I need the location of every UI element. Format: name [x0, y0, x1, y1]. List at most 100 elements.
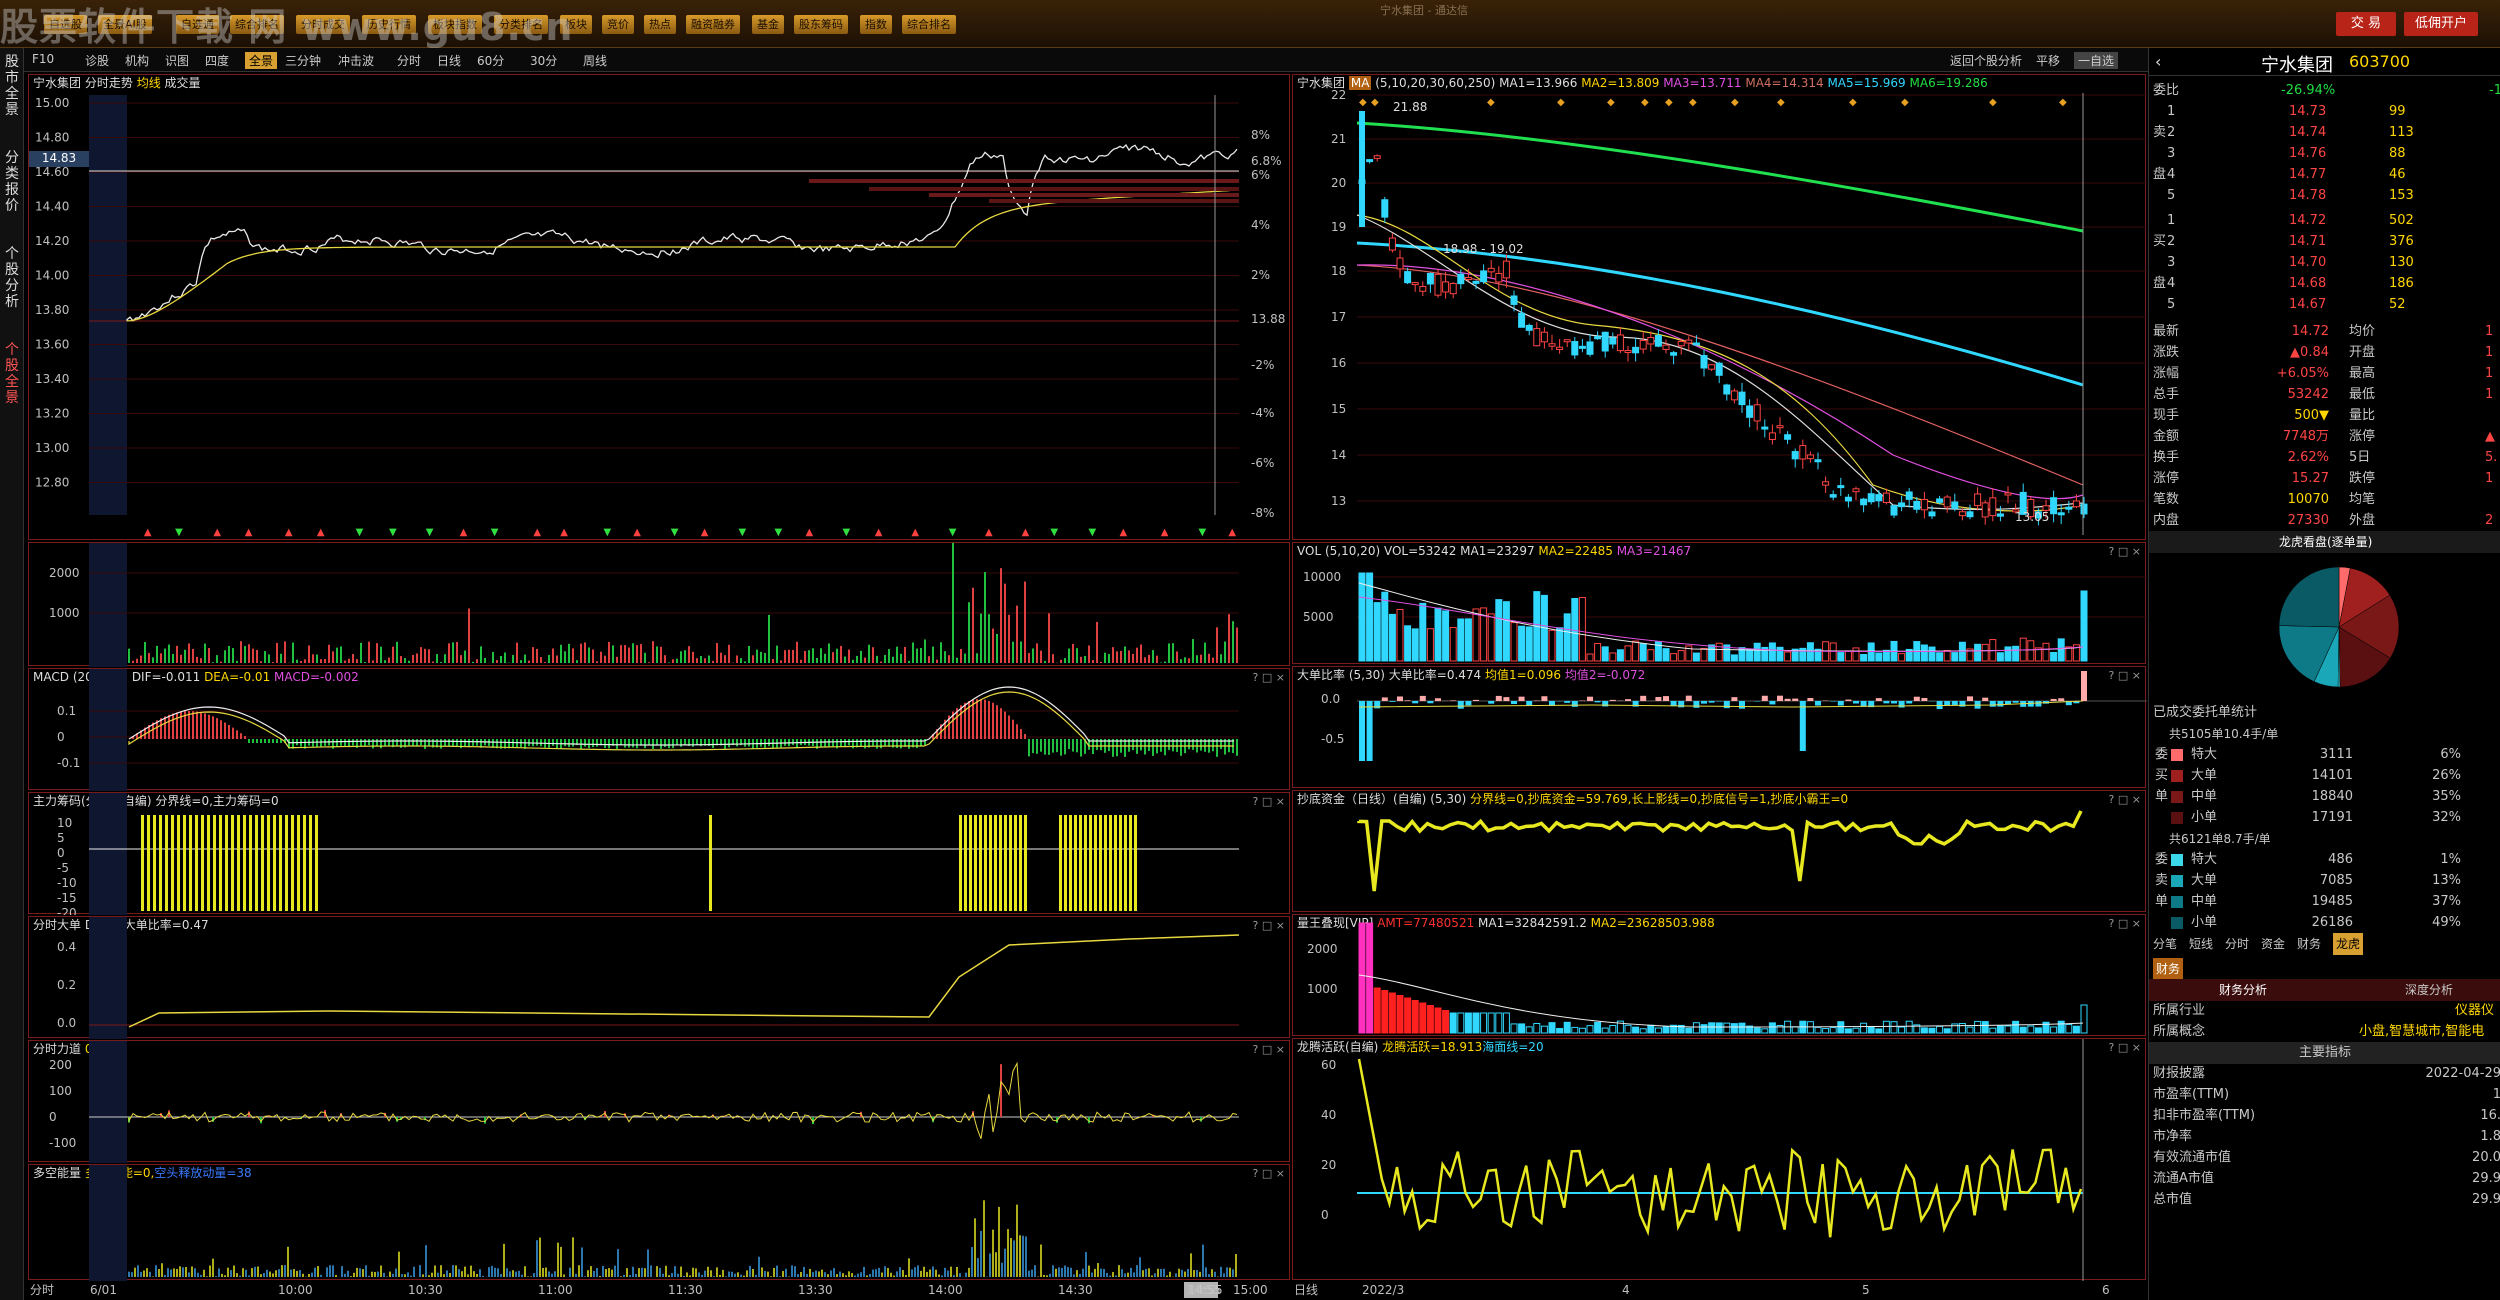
tab-7[interactable]: 冲击波: [338, 52, 374, 69]
fin-tab[interactable]: 财务: [2153, 958, 2184, 980]
svg-text:▲: ▲: [1022, 527, 1030, 538]
deep-analysis-tab[interactable]: 深度分析: [2405, 979, 2453, 1001]
sell-price[interactable]: 14.78: [2289, 185, 2326, 207]
stat-label: 现手: [2153, 408, 2180, 423]
intraday-price-tick: 13.20: [35, 407, 69, 421]
sell-price[interactable]: 14.73: [2289, 101, 2326, 123]
buy-price[interactable]: 14.72: [2289, 210, 2326, 232]
sell-price[interactable]: 14.76: [2289, 143, 2326, 165]
left-tab[interactable]: 股市全景: [2, 54, 22, 118]
menu-button[interactable]: 分类排名: [494, 15, 548, 34]
sell-volume: 99: [2389, 104, 2406, 119]
dr-tick: 0: [1321, 1208, 1329, 1222]
chevron-left-icon[interactable]: ‹: [2155, 52, 2161, 71]
subtab-4[interactable]: 周线: [583, 52, 607, 69]
quote-row: 委 特大 486 1%: [2149, 849, 2500, 871]
quote-tab-5[interactable]: 龙虎: [2333, 933, 2364, 955]
time-tick: 15:00: [1233, 1283, 1268, 1297]
energy-chart: [89, 1165, 1237, 1281]
svg-text:▼: ▼: [1089, 527, 1097, 538]
tab-1[interactable]: 诊股: [85, 52, 109, 69]
menu-button[interactable]: 自选通: [176, 15, 219, 34]
tab-5[interactable]: 全景: [245, 52, 278, 69]
quote-tab-3[interactable]: 资金: [2261, 933, 2285, 955]
macd-chart: 0.1 0 -0.1: [57, 669, 1239, 791]
left-tab[interactable]: 个股全景: [2, 342, 22, 406]
daily-kline-panel: 宁水集团 MA (5,10,20,30,60,250) MA1=13.966 M…: [1292, 74, 2147, 540]
pct-tick: -6%: [1251, 456, 1274, 470]
buy-price[interactable]: 14.67: [2289, 294, 2326, 316]
tab-6[interactable]: 三分钟: [285, 52, 321, 69]
deal-pct: 26%: [2432, 768, 2461, 783]
left-tab[interactable]: 个股分析: [2, 246, 22, 310]
force-panel: 分时力道 0 ? □ × 200 100 0 -100: [28, 1040, 1290, 1163]
back-to-analysis-link[interactable]: 返回个股分析: [1950, 52, 2022, 69]
buy-price[interactable]: 14.71: [2289, 231, 2326, 253]
deal-count: 3111: [2319, 747, 2353, 762]
buy-level: 5: [2167, 297, 2176, 312]
pct-tick: -2%: [1251, 358, 1274, 372]
menu-button[interactable]: 自选股: [44, 15, 87, 34]
tab-0[interactable]: F10: [32, 52, 54, 66]
buy-price[interactable]: 14.68: [2289, 273, 2326, 295]
svg-text:▲: ▲: [144, 527, 152, 538]
sell-price[interactable]: 14.74: [2289, 122, 2326, 144]
stat-value: ▲: [2485, 429, 2495, 444]
menu-button[interactable]: 股东筹码: [794, 15, 848, 34]
quote-row: 换手 2.62% 5日 5.: [2149, 447, 2500, 469]
quote-row: 市盈率(TTM) 1: [2149, 1084, 2500, 1106]
menu-button[interactable]: 历史行情: [362, 15, 416, 34]
fin-analysis-tab[interactable]: 财务分析: [2219, 979, 2267, 1001]
left-tab[interactable]: 分类报价: [2, 150, 22, 214]
menu-button[interactable]: 分时成交: [296, 15, 350, 34]
menu-button[interactable]: 融资融券: [686, 15, 740, 34]
trade-button[interactable]: 交 易: [2336, 12, 2396, 36]
subtab-1[interactable]: 日线: [437, 52, 461, 69]
menu-button[interactable]: 基金: [752, 15, 784, 34]
subtab-0[interactable]: 分时: [397, 52, 421, 69]
subtab-2[interactable]: 60分: [477, 52, 504, 69]
buy-price[interactable]: 14.70: [2289, 252, 2326, 274]
menu-button[interactable]: 指数: [860, 15, 892, 34]
time-tick: 10:30: [408, 1283, 443, 1297]
stock-name: 宁水集团: [2261, 55, 2333, 76]
sell-side-label: 卖: [2153, 125, 2167, 140]
menu-button[interactable]: 板块: [560, 15, 592, 34]
svg-text:▲: ▲: [701, 527, 709, 538]
buy-volume: 52: [2389, 297, 2406, 312]
quote-tab-0[interactable]: 分笔: [2153, 933, 2177, 955]
menu-button[interactable]: 综合排名: [230, 15, 284, 34]
quote-row: 单 中单 19485 37%: [2149, 891, 2500, 913]
intraday-price-tick: 14.80: [35, 131, 69, 145]
chips-tick: 5: [57, 831, 65, 845]
open-account-button[interactable]: 低佣开户: [2404, 12, 2478, 36]
bigorder-panel: 分时大单 DX=0,大单比率=0.47 ? □ × 0.4 0.2 0.0: [28, 916, 1290, 1039]
subtab-3[interactable]: 30分: [530, 52, 557, 69]
menu-button[interactable]: 综合排名: [902, 15, 956, 34]
sell-price[interactable]: 14.77: [2289, 164, 2326, 186]
deal-count: 19485: [2311, 894, 2353, 909]
deal-size: 特大: [2191, 852, 2218, 867]
menu-button[interactable]: 全景AI股: [98, 15, 152, 34]
menu-button[interactable]: 板块指数: [428, 15, 482, 34]
vol-tick: 2000: [49, 566, 80, 580]
sell-volume: 153: [2389, 188, 2414, 203]
tab-3[interactable]: 识图: [165, 52, 189, 69]
menu-button[interactable]: 竞价: [602, 15, 634, 34]
deal-size: 中单: [2191, 789, 2218, 804]
tab-4[interactable]: 四度: [205, 52, 229, 69]
flat-button[interactable]: 平移: [2036, 52, 2060, 69]
intraday-price-tick: 14.40: [35, 200, 69, 214]
tab-2[interactable]: 机构: [125, 52, 149, 69]
quote-row: 分笔 短线 分时 资金 财务 龙虎: [2149, 933, 2500, 955]
quote-tab-4[interactable]: 财务: [2297, 933, 2321, 955]
quote-tab-2[interactable]: 分时: [2225, 933, 2249, 955]
legend-swatch: [2171, 896, 2183, 908]
self-select-dropdown[interactable]: 一自选: [2074, 52, 2119, 69]
weibi-label: 委比: [2153, 83, 2180, 98]
sell-volume: 88: [2389, 146, 2406, 161]
quote-tab-1[interactable]: 短线: [2189, 933, 2213, 955]
macd-tick: 0: [57, 730, 65, 744]
svg-text:▲: ▲: [875, 527, 883, 538]
menu-button[interactable]: 热点: [644, 15, 676, 34]
